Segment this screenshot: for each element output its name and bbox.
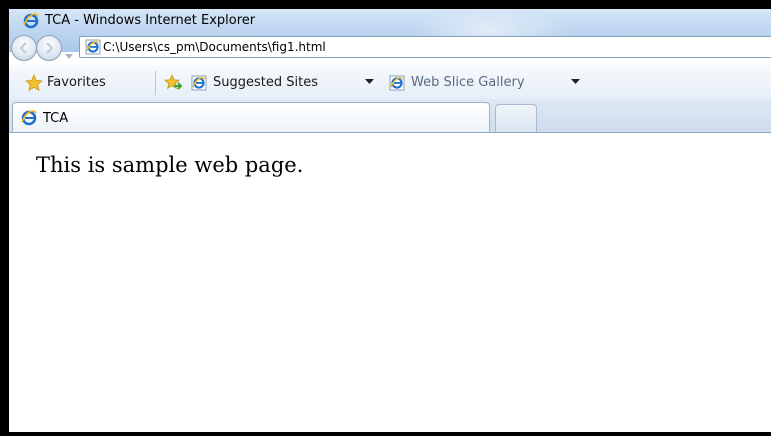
favorites-button[interactable]: Favorites <box>47 75 106 90</box>
forward-arrow-icon <box>46 42 54 54</box>
window-title: TCA - Windows Internet Explorer <box>45 13 256 28</box>
page-content: This is sample web page. <box>9 133 771 432</box>
favorites-bar: Favorites Suggested Sites Web Slice Gall… <box>9 65 771 100</box>
browser-window: TCA - Windows Internet Explorer C:\Users… <box>9 9 771 432</box>
back-button[interactable] <box>11 35 37 61</box>
page-body-text: This is sample web page. <box>36 153 304 177</box>
title-bar[interactable]: TCA - Windows Internet Explorer C:\Users… <box>9 9 771 61</box>
suggested-sites-ie-icon <box>191 75 207 91</box>
suggested-sites-dropdown-icon[interactable] <box>365 79 374 85</box>
tab-tca[interactable]: TCA <box>12 102 490 132</box>
tab-ie-icon <box>21 110 37 126</box>
back-arrow-icon <box>19 42 27 54</box>
new-tab-button[interactable] <box>495 104 537 132</box>
web-slice-ie-icon <box>389 75 405 91</box>
web-slice-gallery-dropdown-icon[interactable] <box>571 79 580 85</box>
ie-icon <box>23 13 39 29</box>
tab-label: TCA <box>43 111 69 126</box>
recent-pages-dropdown-icon[interactable] <box>65 45 73 64</box>
address-url[interactable]: C:\Users\cs_pm\Documents\fig1.html <box>103 40 326 54</box>
add-to-favorites-icon[interactable] <box>163 73 183 90</box>
web-slice-gallery-link[interactable]: Web Slice Gallery <box>411 75 525 90</box>
page-ie-icon <box>85 39 101 55</box>
forward-button[interactable] <box>36 35 62 61</box>
suggested-sites-link[interactable]: Suggested Sites <box>213 75 318 90</box>
navigation-row: C:\Users\cs_pm\Documents\fig1.html <box>9 35 771 65</box>
tab-bar: TCA <box>9 99 771 133</box>
favorites-star-icon[interactable] <box>25 73 43 92</box>
favorites-separator <box>155 71 156 95</box>
